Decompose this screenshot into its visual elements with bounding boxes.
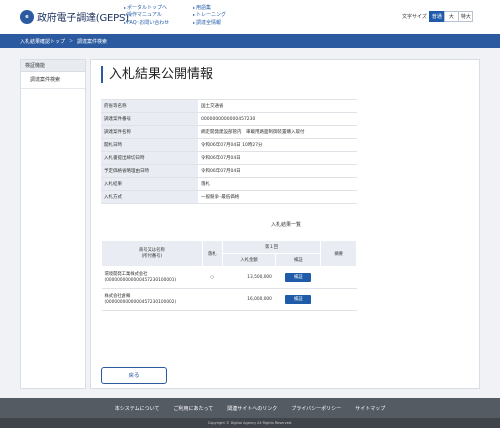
bid-info-table: 府省等名称 国土交通省 調達案件番号 0000000000000457230 調…: [101, 99, 357, 204]
sidebar-heading: 検証機能: [21, 60, 85, 72]
col-header-round: 第１回: [221, 240, 322, 254]
remarks-cell: [320, 288, 357, 311]
bidder-cell: 株式会社倉輌 (0000000000000457230100002): [101, 288, 203, 311]
col-header-award: 落札: [201, 240, 223, 267]
col-header-verify: 検証: [275, 253, 322, 267]
info-value: 国土交通省: [198, 99, 357, 113]
footer-link-sitemap[interactable]: サイトマップ: [355, 405, 385, 412]
bid-result-table: 商号又は名称 (所付番号) 落札 第１回 摘要 入札金額 検証 環境開発工業株式…: [101, 240, 357, 311]
verify-cell: 検証: [275, 266, 321, 289]
bid-amount: 16,000,000: [222, 288, 276, 311]
font-size-normal-button[interactable]: 普通: [429, 11, 445, 22]
faq-link[interactable]: FAQ･お問い合わせ: [124, 20, 169, 26]
sidebar: 検証機能 調達案件検索: [20, 59, 86, 389]
bidder-code: (0000000000000457230100001): [104, 277, 177, 283]
site-footer: 本システムについて ご利用にあたって 関連サイトへのリンク プライバシーポリシー…: [0, 398, 500, 418]
info-row: 調達案件名称 網走開発建設部管内 車載用路面制御装置購入取付: [101, 125, 357, 139]
info-value: 網走開発建設部管内 車載用路面制御装置購入取付: [198, 125, 357, 139]
info-key: 調達案件名称: [101, 125, 198, 139]
info-row: 開札日時 令和06年07月04日 10時27分: [101, 138, 357, 152]
header-links-primary: ポータルトップへ 操作マニュアル FAQ･お問い合わせ: [124, 5, 169, 26]
site-header: e 政府電子調達(GEPS) ポータルトップへ 操作マニュアル FAQ･お問い合…: [0, 0, 500, 34]
site-logo[interactable]: e 政府電子調達(GEPS): [20, 9, 129, 24]
breadcrumb: 入札結果確認トップ ＞ 調達案件検索: [0, 34, 500, 48]
info-row: 調達案件番号 0000000000000457230: [101, 112, 357, 126]
main-content: 入札結果公開情報 府省等名称 国土交通省 調達案件番号 000000000000…: [90, 59, 480, 389]
table-row: 株式会社倉輌 (0000000000000457230100002) 16,00…: [101, 288, 357, 311]
verify-button[interactable]: 検証: [285, 273, 312, 282]
back-button[interactable]: 戻る: [101, 367, 167, 384]
col-header-remarks: 摘要: [320, 240, 357, 267]
info-row: 入札結果 落札: [101, 177, 357, 191]
table-row: 環境開発工業株式会社 (0000000000000457230100001) ○…: [101, 266, 357, 289]
info-key: 府省等名称: [101, 99, 198, 113]
result-list-title: 入札結果一覧: [270, 222, 301, 228]
info-key: 開札日時: [101, 138, 198, 152]
font-size-switcher: 文字サイズ 普通 大 特大: [402, 11, 474, 22]
footer-link-about[interactable]: 本システムについて: [115, 405, 160, 412]
all-procurement-link[interactable]: 調達全情報: [193, 20, 226, 26]
footer-link-usage[interactable]: ご利用にあたって: [174, 405, 214, 412]
info-value: 落札: [198, 177, 357, 191]
award-mark: [202, 288, 223, 311]
info-value: 令和06年07月04日: [198, 164, 357, 178]
footer-link-related[interactable]: 関連サイトへのリンク: [227, 405, 277, 412]
font-size-xlarge-button[interactable]: 特大: [458, 11, 474, 22]
info-value: 0000000000000457230: [198, 112, 357, 126]
info-key: 入札書提出締切日時: [101, 151, 198, 165]
header-links-secondary: 用語集 トレーニング 調達全情報: [193, 5, 226, 26]
col-header-amount: 入札金額: [221, 253, 277, 267]
bid-amount: 13,500,000: [222, 266, 276, 289]
sidebar-item-procurement-search[interactable]: 調達案件検索: [21, 72, 85, 89]
copyright: Copyright © Digital Agency All Rights Re…: [0, 418, 500, 428]
geps-logo-icon: e: [20, 9, 34, 24]
col-header-name: 商号又は名称 (所付番号): [101, 240, 203, 267]
info-key: 入札結果: [101, 177, 198, 191]
verify-button[interactable]: 検証: [285, 295, 312, 304]
info-value: 令和06年07月04日 10時27分: [198, 138, 357, 152]
footer-link-privacy[interactable]: プライバシーポリシー: [291, 405, 341, 412]
info-row: 予定価格省略理由日時 令和06年07月04日: [101, 164, 357, 178]
glossary-link[interactable]: 用語集: [193, 5, 226, 11]
info-value: 令和06年07月04日: [198, 151, 357, 165]
verify-cell: 検証: [275, 288, 321, 311]
breadcrumb-item-top[interactable]: 入札結果確認トップ: [20, 38, 65, 45]
info-row: 入札方式 一般競争･最低価格: [101, 190, 357, 204]
remarks-cell: [320, 266, 357, 289]
site-name: 政府電子調達(GEPS): [37, 13, 129, 24]
info-value: 一般競争･最低価格: [198, 190, 357, 204]
bidder-code: (0000000000000457230100002): [104, 299, 177, 305]
bidder-cell: 環境開発工業株式会社 (0000000000000457230100001): [101, 266, 203, 289]
portal-top-link[interactable]: ポータルトップへ: [124, 5, 169, 11]
award-mark: ○: [202, 266, 223, 289]
breadcrumb-item-search: 調達案件検索: [77, 38, 108, 45]
breadcrumb-separator-icon: ＞: [69, 38, 74, 43]
info-row: 府省等名称 国土交通省: [101, 99, 357, 113]
training-link[interactable]: トレーニング: [193, 12, 226, 18]
info-key: 入札方式: [101, 190, 198, 204]
page-title: 入札結果公開情報: [101, 66, 213, 83]
manual-link[interactable]: 操作マニュアル: [124, 12, 169, 18]
font-size-label: 文字サイズ: [402, 14, 427, 20]
font-size-large-button[interactable]: 大: [443, 11, 459, 22]
info-row: 入札書提出締切日時 令和06年07月04日: [101, 151, 357, 165]
info-key: 予定価格省略理由日時: [101, 164, 198, 178]
info-key: 調達案件番号: [101, 112, 198, 126]
